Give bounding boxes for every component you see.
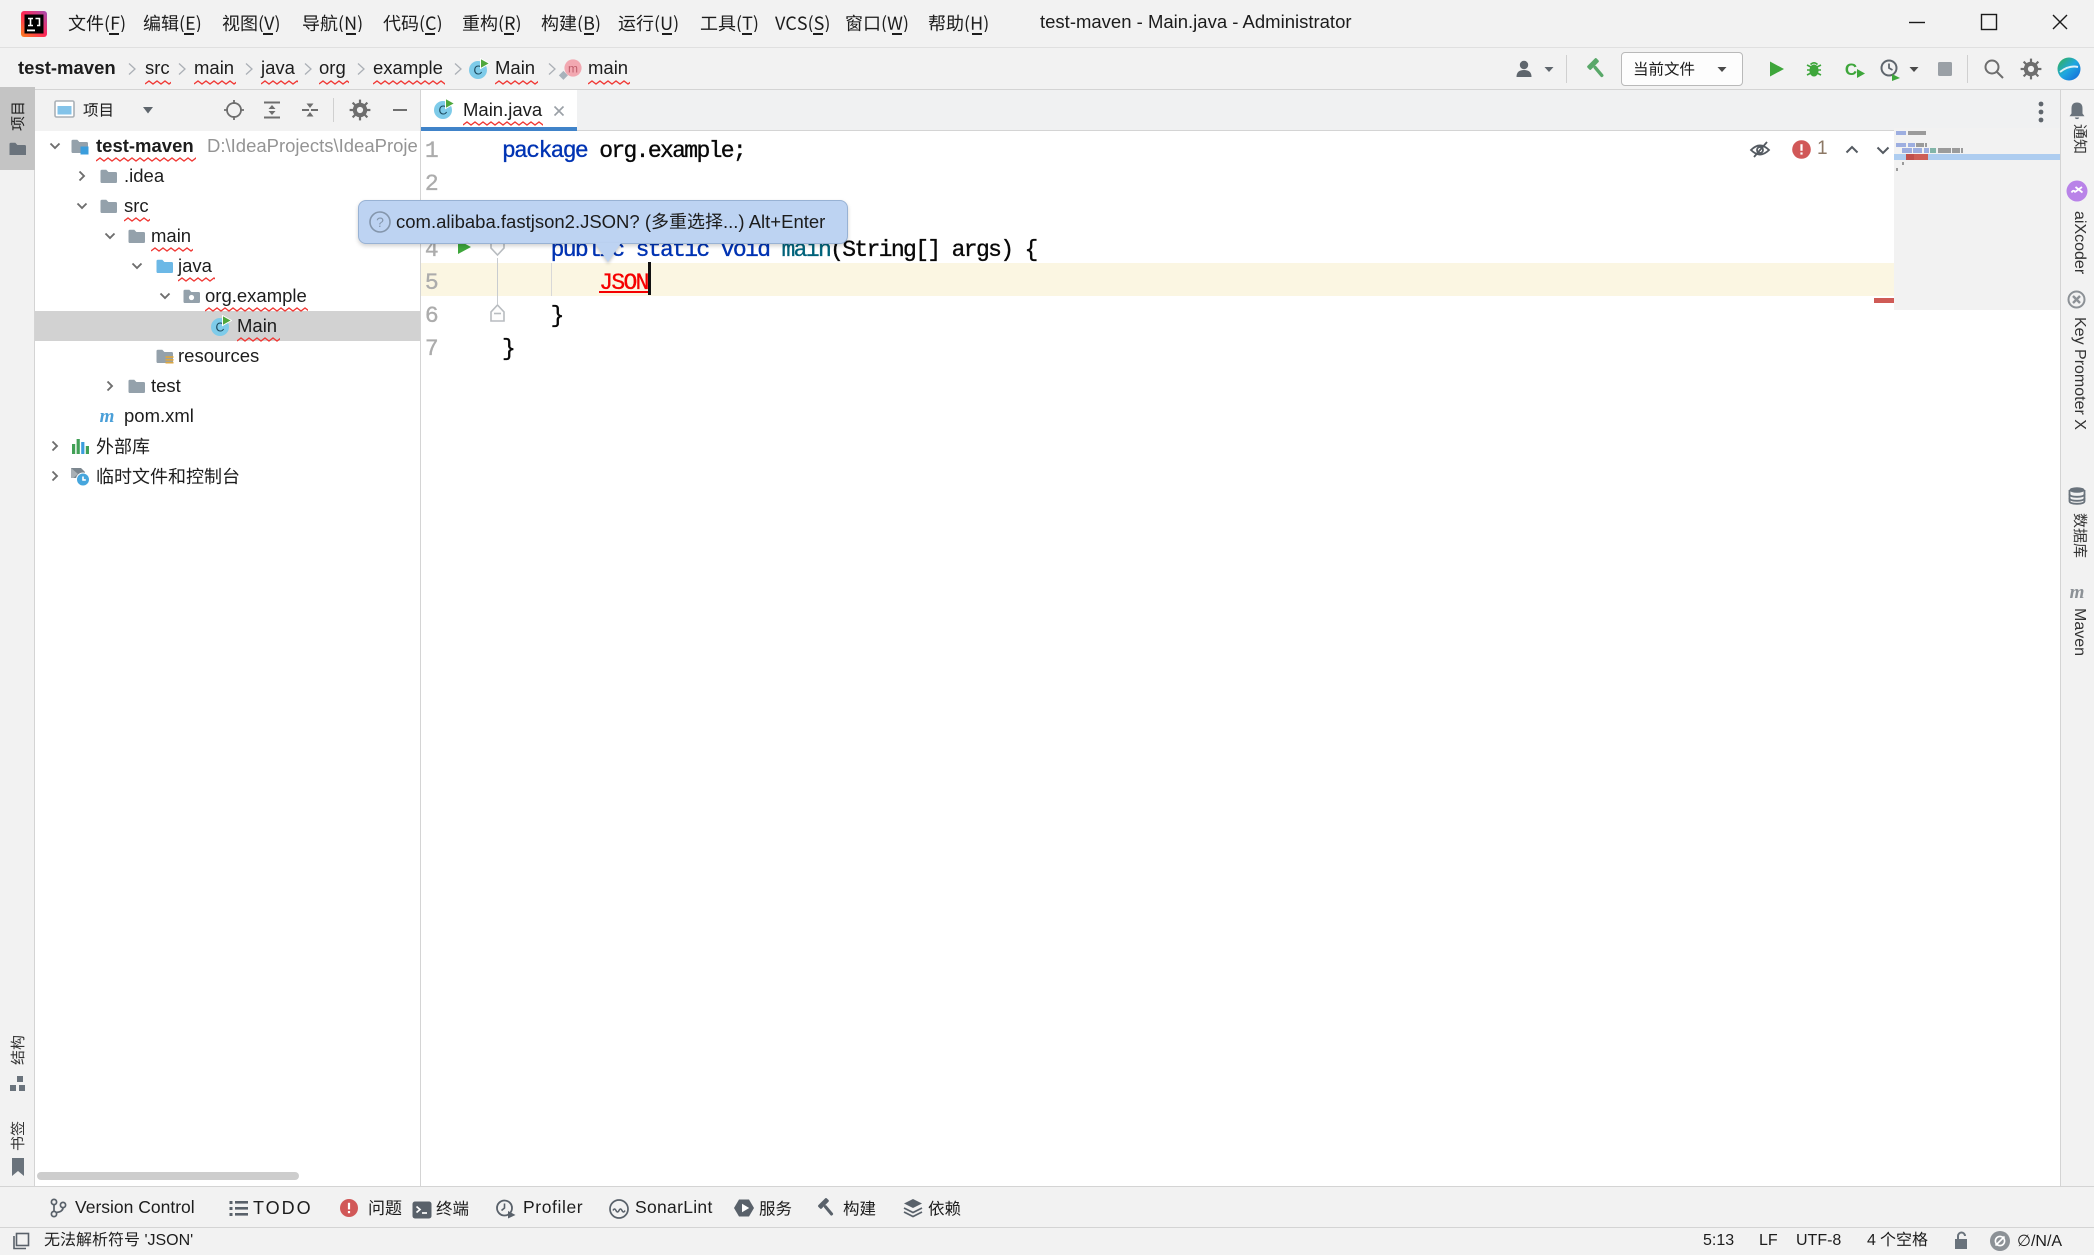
svg-text:m: m — [568, 61, 578, 75]
svg-text:m: m — [100, 406, 115, 427]
svg-text:?: ? — [376, 214, 384, 230]
svg-text:C: C — [1845, 60, 1857, 79]
svg-text:m: m — [2070, 582, 2085, 603]
